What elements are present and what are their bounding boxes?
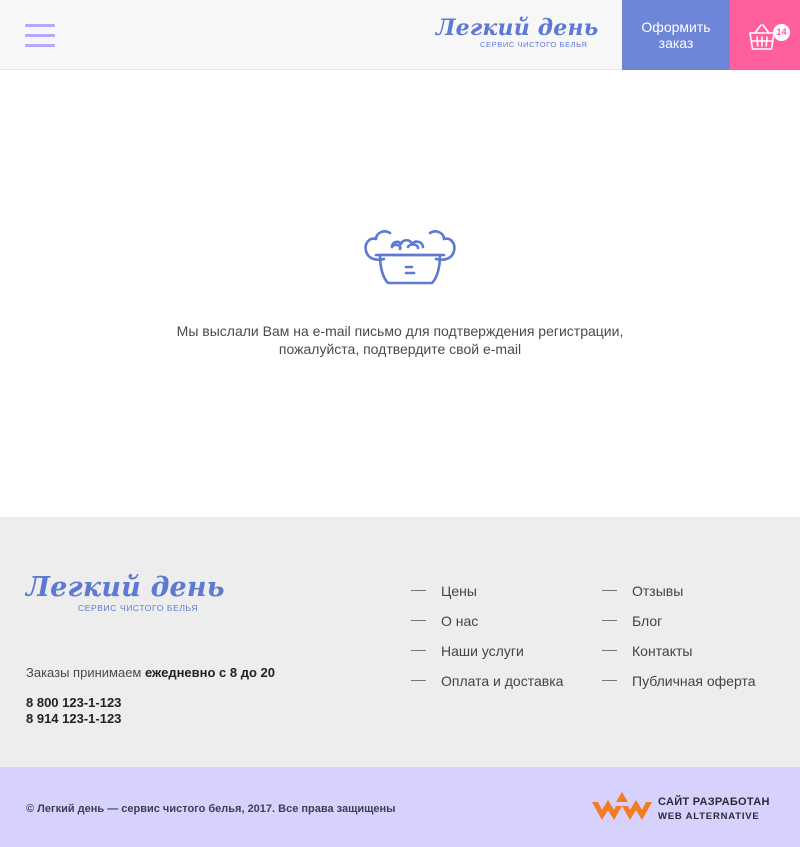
- menu-icon[interactable]: [25, 24, 55, 48]
- footer-link-label: О нас: [441, 613, 479, 629]
- web-alternative-logo-icon[interactable]: [592, 792, 652, 822]
- site-footer: Легкий день СЕРВИС ЧИСТОГО БЕЛЬЯ Заказы …: [0, 517, 800, 767]
- footer-logo[interactable]: Легкий день СЕРВИС ЧИСТОГО БЕЛЬЯ: [26, 572, 225, 622]
- cart-count-badge: 14: [773, 24, 790, 41]
- footer-link-blog[interactable]: Блог: [602, 613, 662, 629]
- order-hours-prefix: Заказы принимаем: [26, 665, 145, 680]
- footer-link-payment-delivery[interactable]: Оплата и доставка: [411, 673, 563, 689]
- phone-1[interactable]: 8 800 123-1-123: [26, 695, 121, 710]
- bottom-bar: © Легкий день — сервис чистого белья, 20…: [0, 767, 800, 847]
- footer-link-label: Контакты: [632, 643, 693, 659]
- place-order-label: Оформить заказ: [641, 19, 711, 51]
- footer-link-reviews[interactable]: Отзывы: [602, 583, 683, 599]
- footer-link-label: Оплата и доставка: [441, 673, 564, 689]
- confirmation-message: Мы выслали Вам на e-mail письмо для подт…: [100, 322, 700, 358]
- place-order-button[interactable]: Оформить заказ: [622, 0, 730, 70]
- footer-link-label: Отзывы: [632, 583, 684, 599]
- footer-link-contacts[interactable]: Контакты: [602, 643, 692, 659]
- footer-link-label: Блог: [632, 613, 663, 629]
- basket-icon: [749, 24, 775, 50]
- header-logo[interactable]: Легкий день СЕРВИС ЧИСТОГО БЕЛЬЯ: [436, 15, 599, 55]
- copyright-text: © Легкий день — сервис чистого белья, 20…: [26, 803, 396, 815]
- laundry-basin-icon: [364, 230, 456, 285]
- footer-link-prices[interactable]: Цены: [411, 583, 477, 599]
- footer-link-label: Наши услуги: [441, 643, 524, 659]
- footer-link-services[interactable]: Наши услуги: [411, 643, 524, 659]
- footer-link-label: Публичная оферта: [632, 673, 756, 689]
- message-line-2: пожалуйста, подтвердите свой e-mail: [278, 341, 522, 357]
- phone-2[interactable]: 8 914 123-1-123: [26, 711, 121, 726]
- site-header: Легкий день СЕРВИС ЧИСТОГО БЕЛЬЯ Оформит…: [0, 0, 800, 70]
- logo-title: Легкий день: [436, 15, 599, 41]
- order-hours-value: ежедневно с 8 до 20: [144, 665, 275, 680]
- footer-link-label: Цены: [441, 583, 477, 599]
- message-line-1: Мы выслали Вам на e-mail письмо для подт…: [176, 323, 624, 339]
- footer-logo-subtitle: СЕРВИС ЧИСТОГО БЕЛЬЯ: [78, 603, 199, 613]
- logo-subtitle: СЕРВИС ЧИСТОГО БЕЛЬЯ: [480, 40, 588, 49]
- developer-name[interactable]: WEB ALTERNATIVE: [658, 811, 760, 822]
- order-hours: Заказы принимаем ежедневно с 8 до 20: [26, 665, 275, 680]
- footer-link-public-offer[interactable]: Публичная оферта: [602, 673, 756, 689]
- footer-link-about[interactable]: О нас: [411, 613, 478, 629]
- footer-logo-title: Легкий день: [26, 572, 225, 603]
- developer-label: САЙТ РАЗРАБОТАН: [658, 796, 770, 808]
